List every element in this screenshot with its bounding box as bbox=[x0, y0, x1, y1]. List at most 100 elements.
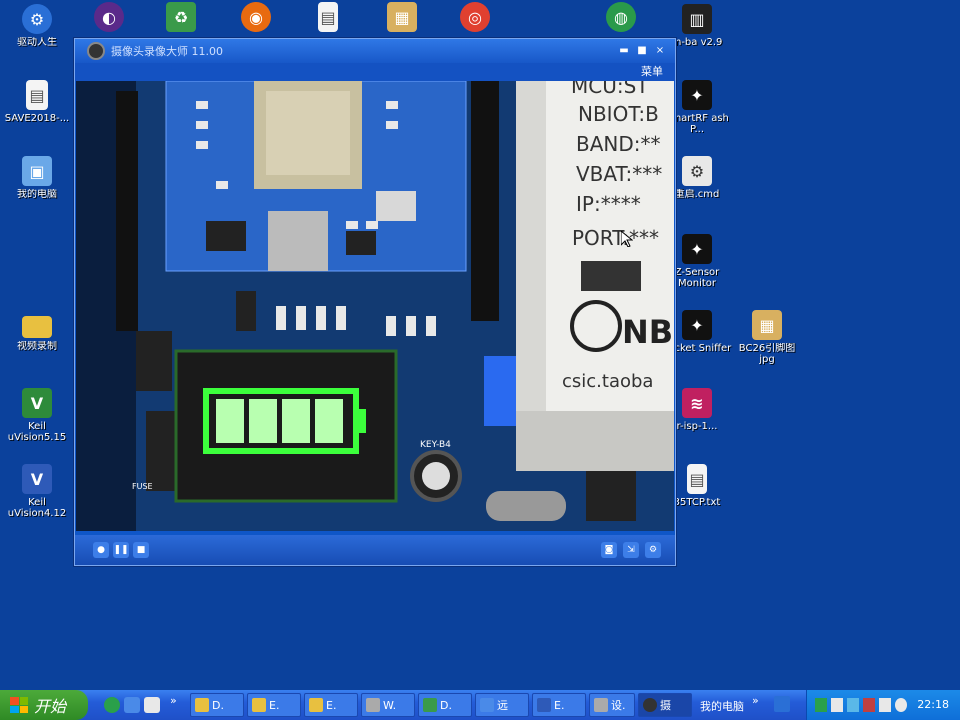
snapshot-icon[interactable]: ◙ bbox=[601, 542, 617, 558]
ti-icon: ✦ bbox=[682, 80, 712, 110]
taskbar-button-webcam[interactable]: 摄 bbox=[638, 693, 692, 717]
start-label: 开始 bbox=[34, 697, 67, 716]
tray-app-icon[interactable] bbox=[879, 698, 891, 712]
icon-label: 视频录制 bbox=[17, 341, 57, 352]
image-icon: ▦ bbox=[387, 2, 417, 32]
eink-line-0: MCU:ST bbox=[571, 81, 649, 98]
eink-logo: NB bbox=[622, 313, 673, 351]
gear-icon: ⚙ bbox=[22, 4, 52, 34]
computer-icon: ▣ bbox=[22, 156, 52, 186]
address-toolbar-label[interactable]: 我的电脑 bbox=[700, 698, 744, 714]
window-icon bbox=[366, 698, 380, 712]
taskbar-button[interactable]: D. bbox=[418, 693, 472, 717]
quicklaunch-app-icon[interactable] bbox=[144, 697, 160, 713]
menu-button[interactable]: 菜单 bbox=[75, 63, 675, 81]
desktop-icon-bc26[interactable]: ▦ BC26引脚图 jpg bbox=[730, 310, 804, 365]
window-titlebar[interactable]: 摄像头录像大师 11.00 ▬ ■ × bbox=[75, 39, 675, 63]
desktop-icon-text[interactable]: ▤ bbox=[291, 2, 365, 35]
pause-button[interactable]: ❚❚ bbox=[113, 542, 129, 558]
maximize-button[interactable]: ■ bbox=[635, 45, 649, 57]
desktop-icon-keil515[interactable]: V Keil uVision5.15 bbox=[0, 388, 74, 443]
window-title: 摄像头录像大师 11.00 bbox=[111, 45, 223, 58]
eink-line-3: VBAT:*** bbox=[576, 162, 662, 186]
taskbar-button[interactable]: 设. bbox=[589, 693, 635, 717]
document-icon: ▤ bbox=[687, 464, 707, 494]
isp-icon: ≋ bbox=[682, 388, 712, 418]
image-icon: ▦ bbox=[752, 310, 782, 340]
ti-icon: ✦ bbox=[682, 310, 712, 340]
desktop-icon-keil412[interactable]: V Keil uVision4.12 bbox=[0, 464, 74, 519]
firefox-icon: ◉ bbox=[241, 2, 271, 32]
taskbar-button[interactable]: W. bbox=[361, 693, 415, 717]
minimize-button[interactable]: ▬ bbox=[617, 45, 631, 57]
circuit-board-image: MCU:ST NBIOT:B BAND:** VBAT:*** IP:**** … bbox=[76, 81, 674, 531]
taskbar: 开始 » D. E. E. W. D. 远 E. 设. 摄 我的电脑 » 22:… bbox=[0, 690, 960, 720]
eink-line-5: PORT:*** bbox=[572, 226, 659, 250]
eink-line-1: NBIOT:B bbox=[578, 102, 659, 126]
export-icon[interactable]: ⇲ bbox=[623, 542, 639, 558]
quicklaunch-chevron[interactable]: » bbox=[170, 694, 177, 707]
desktop-icon-video-record[interactable]: 视频录制 bbox=[0, 312, 74, 352]
folder-icon bbox=[195, 698, 209, 712]
desktop-toolbar-icon[interactable] bbox=[774, 696, 790, 712]
taskbar-button[interactable]: D. bbox=[190, 693, 244, 717]
eclipse-icon: ◐ bbox=[94, 2, 124, 32]
ti-icon: ✦ bbox=[682, 234, 712, 264]
taskbar-button[interactable]: E. bbox=[247, 693, 301, 717]
desktop: ⚙ 驱动人生 ▤ SAVE2018-... ▣ 我的电脑 视频录制 V Keil… bbox=[0, 0, 960, 690]
eink-footer: csic.taoba bbox=[562, 371, 653, 392]
icon-label: 我的电脑 bbox=[17, 189, 57, 200]
settings-gear-icon[interactable]: ⚙ bbox=[645, 542, 661, 558]
taskbar-button[interactable]: E. bbox=[304, 693, 358, 717]
desktop-icon-globe[interactable]: ◍ bbox=[584, 2, 658, 35]
board-label-fuse: FUSE bbox=[132, 482, 153, 491]
icon-label: Keil uVision5.15 bbox=[7, 421, 67, 443]
quicklaunch-app-icon[interactable] bbox=[124, 697, 140, 713]
folder-icon bbox=[252, 698, 266, 712]
document-icon: ▤ bbox=[318, 2, 338, 32]
tray-clock[interactable]: 22:18 bbox=[917, 698, 949, 711]
keil-icon bbox=[537, 698, 551, 712]
globe-icon: ◍ bbox=[606, 2, 636, 32]
app-icon bbox=[423, 698, 437, 712]
tray-app-icon[interactable] bbox=[815, 698, 827, 712]
keil-icon: V bbox=[22, 464, 52, 494]
tray-app-icon[interactable] bbox=[863, 698, 875, 712]
webcam-recorder-window[interactable]: 摄像头录像大师 11.00 ▬ ■ × 菜单 MCU:ST NBIOT:B BA… bbox=[74, 38, 676, 566]
eink-line-2: BAND:** bbox=[576, 132, 661, 156]
desktop-icon-eclipse[interactable]: ◐ bbox=[72, 2, 146, 35]
icon-label: SAVE2018-... bbox=[4, 113, 70, 124]
tray-app-icon[interactable] bbox=[831, 698, 843, 712]
recycle-bin-icon: ♻ bbox=[166, 2, 196, 32]
remote-desktop-icon bbox=[480, 698, 494, 712]
tray-network-icon[interactable] bbox=[847, 698, 859, 712]
chip-icon: ▥ bbox=[682, 4, 712, 34]
document-icon: ▤ bbox=[26, 80, 48, 110]
volume-icon[interactable] bbox=[895, 698, 907, 712]
board-label-key: KEY-B4 bbox=[420, 440, 451, 450]
webcam-icon bbox=[87, 42, 105, 60]
taskbar-button[interactable]: E. bbox=[532, 693, 586, 717]
desktop-icon-my-computer[interactable]: ▣ 我的电脑 bbox=[0, 156, 74, 200]
eink-line-4: IP:**** bbox=[576, 192, 641, 216]
chrome-icon: ◎ bbox=[460, 2, 490, 32]
playback-controls: ● ❚❚ ■ ◙ ⇲ ⚙ bbox=[75, 535, 675, 565]
toolbar-chevron[interactable]: » bbox=[752, 694, 759, 707]
desktop-icon-chrome[interactable]: ◎ bbox=[438, 2, 512, 35]
folder-icon bbox=[22, 316, 52, 338]
start-button[interactable]: 开始 bbox=[0, 690, 88, 720]
cmd-icon: ⚙ bbox=[682, 156, 712, 186]
camera-feed: MCU:ST NBIOT:B BAND:** VBAT:*** IP:**** … bbox=[76, 81, 674, 531]
record-button[interactable]: ● bbox=[93, 542, 109, 558]
quicklaunch-ie-icon[interactable] bbox=[104, 697, 120, 713]
desktop-icon-save2018[interactable]: ▤ SAVE2018-... bbox=[0, 80, 74, 124]
desktop-icon-driver[interactable]: ⚙ 驱动人生 bbox=[0, 4, 74, 48]
stop-button[interactable]: ■ bbox=[133, 542, 149, 558]
mouse-cursor-icon bbox=[621, 231, 633, 247]
webcam-icon bbox=[643, 698, 657, 712]
taskbar-button[interactable]: 远 bbox=[475, 693, 529, 717]
desktop-icon-firefox[interactable]: ◉ bbox=[219, 2, 293, 35]
desktop-icon-image[interactable]: ▦ bbox=[365, 2, 439, 35]
close-button[interactable]: × bbox=[653, 45, 667, 57]
desktop-icon-recycle[interactable]: ♻ bbox=[144, 2, 218, 35]
